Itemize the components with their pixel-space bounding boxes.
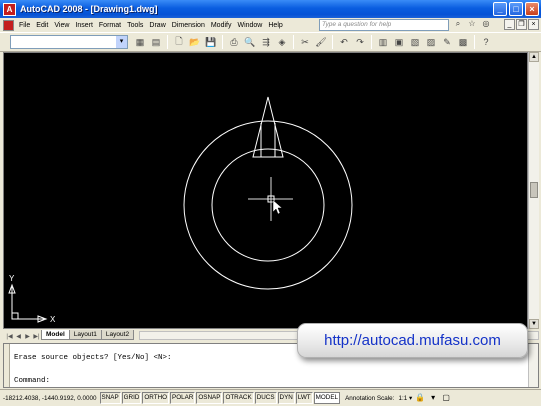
workspace-settings-icon[interactable]: ▦ [133,35,147,49]
publish-icon[interactable]: ⇶ [259,35,273,49]
doc-restore-button[interactable]: ❐ [516,19,527,30]
plot-preview-icon[interactable]: 🔍 [243,35,257,49]
toolbar-separator [293,35,294,49]
redo-icon[interactable]: ↷ [353,35,367,49]
match-properties-icon[interactable]: 🖌 [314,35,328,49]
triangle-shape[interactable] [252,96,284,158]
ortho-toggle[interactable]: ORTHO [142,392,170,404]
dyn-toggle[interactable]: DYN [277,392,295,404]
minimize-button[interactable]: _ [493,2,507,16]
menu-window[interactable]: Window [234,22,265,29]
ucs-y-label: Y [9,274,15,283]
command-scrollbar[interactable] [528,344,538,387]
vertical-scrollbar[interactable]: ▲ ▼ [528,52,539,329]
menu-help[interactable]: Help [265,22,285,29]
binoculars-icon[interactable]: ⌕ [453,19,463,29]
globe-icon[interactable]: ◎ [481,19,491,29]
menu-view[interactable]: View [51,22,72,29]
scroll-up-button[interactable]: ▲ [529,52,539,62]
toolbar-separator [332,35,333,49]
model-toggle[interactable]: MODEL [313,392,341,404]
title-bar: A AutoCAD 2008 - [Drawing1.dwg] _ □ × [0,0,541,18]
ucs-x-label: X [50,315,56,324]
menu-insert[interactable]: Insert [72,22,96,29]
command-grip[interactable] [4,344,10,387]
toolbar-separator [474,35,475,49]
chevron-down-icon[interactable]: ▾ [116,36,127,48]
menu-file[interactable]: File [16,22,33,29]
tab-layout1[interactable]: Layout1 [68,330,102,340]
menu-draw[interactable]: Draw [146,22,168,29]
tab-model[interactable]: Model [41,330,70,340]
ducs-toggle[interactable]: DUCS [254,392,277,404]
drawing-doc-icon[interactable] [3,19,14,31]
undo-icon[interactable]: ↶ [337,35,351,49]
tab-last-button[interactable]: ▶| [32,333,41,340]
open-icon[interactable]: 📂 [188,35,202,49]
coordinate-readout[interactable]: -18212.4038, -1440.9192, 0.0000 [0,395,100,402]
save-icon[interactable]: 💾 [204,35,218,49]
command-history-line: Erase source objects? [Yes/No] <N>: [14,354,172,362]
doc-minimize-button[interactable]: _ [504,19,515,30]
help-search-input[interactable]: Type a question for help [319,19,449,31]
command-prompt[interactable]: Command: [14,377,50,385]
menu-tools[interactable]: Tools [124,22,146,29]
markup-icon[interactable]: ✎ [440,35,454,49]
annotation-scale-select[interactable]: 1:1 ▾ [398,395,412,402]
workspace-menu-icon[interactable]: ▤ [149,35,163,49]
close-button[interactable]: × [525,2,539,16]
calculator-icon[interactable]: ▩ [456,35,470,49]
plot-icon[interactable]: ⎙ [227,35,241,49]
3d-dwf-icon[interactable]: ◈ [275,35,289,49]
clean-screen-icon[interactable]: ▢ [441,393,451,403]
status-bar: -18212.4038, -1440.9192, 0.0000 SNAP GRI… [0,389,541,406]
doc-close-button[interactable]: × [528,19,539,30]
tab-layout2[interactable]: Layout2 [100,330,135,340]
osnap-toggle[interactable]: OSNAP [196,392,223,404]
mouse-pointer-icon [272,199,283,215]
snap-toggle[interactable]: SNAP [99,392,121,404]
watermark-banner: http://autocad.mufasu.com [297,323,528,358]
properties-icon[interactable]: ▥ [376,35,390,49]
star-icon[interactable]: ☆ [467,19,477,29]
standard-toolbar: ▾ ▦ ▤ 🗋 📂 💾 ⎙ 🔍 ⇶ ◈ ✂ 🖌 ↶ ↷ ▥ ▣ ▧ ▨ ✎ ▩ … [0,32,541,52]
tab-prev-button[interactable]: ◀ [14,333,23,340]
new-icon[interactable]: 🗋 [172,35,186,49]
drawing-svg[interactable]: Y X [4,53,527,328]
drawing-canvas[interactable]: Y X [3,52,528,329]
lwt-toggle[interactable]: LWT [295,392,313,404]
tab-navigation: |◀ ◀ ▶ ▶| [5,333,41,340]
cut-icon[interactable]: ✂ [298,35,312,49]
ucs-icon: Y X [8,274,56,324]
status-menu-icon[interactable]: ▾ [428,393,438,403]
window-title: AutoCAD 2008 - [Drawing1.dwg] [20,4,158,14]
outer-circle[interactable] [183,120,353,290]
tab-next-button[interactable]: ▶ [23,333,32,340]
toolbar-separator [371,35,372,49]
menu-format[interactable]: Format [96,22,124,29]
scroll-thumb[interactable] [530,182,538,198]
toolbar-separator [167,35,168,49]
design-center-icon[interactable]: ▣ [392,35,406,49]
inner-circle[interactable] [211,148,325,262]
menu-edit[interactable]: Edit [33,22,51,29]
grid-toggle[interactable]: GRID [121,392,142,404]
maximize-button[interactable]: □ [509,2,523,16]
menu-modify[interactable]: Modify [208,22,235,29]
menu-dimension[interactable]: Dimension [169,22,208,29]
lock-icon[interactable]: 🔒 [415,393,425,403]
otrack-toggle[interactable]: OTRACK [223,392,254,404]
help-icon[interactable]: ? [479,35,493,49]
scroll-down-button[interactable]: ▼ [529,319,539,329]
autocad-app-icon[interactable]: A [3,2,16,16]
tab-first-button[interactable]: |◀ [5,333,14,340]
workspace-dropdown[interactable]: ▾ [10,35,128,49]
sheet-set-icon[interactable]: ▨ [424,35,438,49]
tool-palettes-icon[interactable]: ▧ [408,35,422,49]
annotation-scale-label: Annotation Scale: [345,394,395,402]
polar-toggle[interactable]: POLAR [170,392,196,404]
toolbar-separator [222,35,223,49]
menu-bar: File Edit View Insert Format Tools Draw … [0,18,541,32]
